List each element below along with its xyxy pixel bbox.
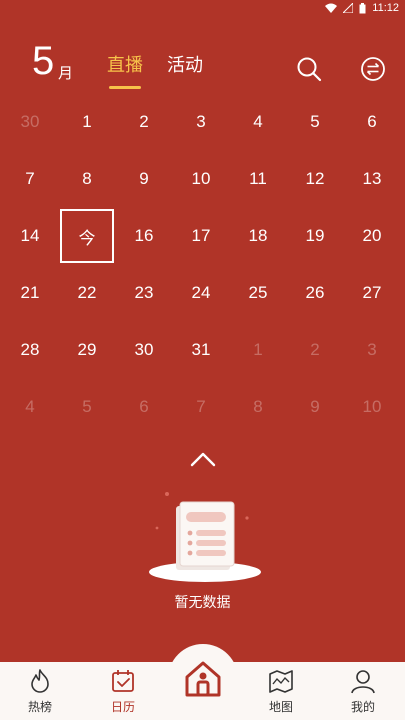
calendar-day[interactable]: 9 (288, 380, 342, 434)
nav-label-hot: 热榜 (27, 700, 52, 714)
calendar-day[interactable]: 5 (288, 95, 342, 149)
calendar-day[interactable]: 6 (345, 95, 399, 149)
calendar-day[interactable]: 28 (3, 323, 57, 377)
calendar-week-row: 14 今 16 17 18 19 20 (0, 208, 405, 265)
calendar-day[interactable]: 18 (231, 209, 285, 263)
calendar-day-today[interactable]: 今 (60, 209, 114, 263)
calendar-day[interactable]: 19 (288, 209, 342, 263)
calendar-day[interactable]: 9 (117, 152, 171, 206)
calendar-day[interactable]: 21 (3, 266, 57, 320)
month-number[interactable]: 5 (32, 38, 54, 84)
chevron-up-icon[interactable] (189, 450, 217, 468)
calendar-week-row: 30 1 2 3 4 5 6 (0, 94, 405, 151)
calendar-day[interactable]: 23 (117, 266, 171, 320)
calendar-day[interactable]: 4 (231, 95, 285, 149)
status-time: 11:12 (372, 2, 399, 14)
calendar-day[interactable]: 1 (60, 95, 114, 149)
calendar-day[interactable]: 30 (3, 95, 57, 149)
calendar-day[interactable]: 26 (288, 266, 342, 320)
calendar-day[interactable]: 13 (345, 152, 399, 206)
home-button[interactable] (168, 644, 238, 714)
home-icon (185, 661, 221, 697)
calendar-day[interactable]: 12 (288, 152, 342, 206)
calendar-day[interactable]: 5 (60, 380, 114, 434)
calendar-day[interactable]: 25 (231, 266, 285, 320)
nav-label-profile: 我的 (350, 700, 375, 714)
month-unit: 月 (58, 64, 74, 82)
calendar-day[interactable]: 20 (345, 209, 399, 263)
calendar-day[interactable]: 3 (345, 323, 399, 377)
calendar-icon (112, 670, 134, 692)
calendar-day[interactable]: 4 (3, 380, 57, 434)
calendar-day[interactable]: 17 (174, 209, 228, 263)
empty-state-text: 暂无数据 (174, 595, 231, 611)
calendar-day[interactable]: 31 (174, 323, 228, 377)
status-bar: 11:12 (0, 0, 405, 18)
empty-state-illustration (149, 492, 261, 582)
nav-item-hot[interactable]: 热榜 (10, 668, 70, 715)
calendar-day[interactable]: 2 (117, 95, 171, 149)
calendar-grid: 30 1 2 3 4 5 6 7 8 9 10 11 12 13 14 今 16 17 18 19 20 21 22 23 24… (0, 94, 405, 436)
calendar-day[interactable]: 30 (117, 323, 171, 377)
profile-icon (351, 670, 375, 694)
calendar-day[interactable]: 6 (117, 380, 171, 434)
switch-icon (361, 57, 385, 81)
battery-icon (359, 2, 366, 13)
calendar-day[interactable]: 8 (231, 380, 285, 434)
calendar-day[interactable]: 14 (3, 209, 57, 263)
tab-activity[interactable]: 活动 (167, 54, 203, 78)
calendar-day[interactable]: 11 (231, 152, 285, 206)
calendar-day[interactable]: 27 (345, 266, 399, 320)
calendar-day[interactable]: 16 (117, 209, 171, 263)
calendar-week-row: 21 22 23 24 25 26 27 (0, 265, 405, 322)
tab-live[interactable]: 直播 (107, 54, 143, 78)
active-tab-indicator (109, 86, 141, 89)
calendar-day[interactable]: 29 (60, 323, 114, 377)
switch-button[interactable] (360, 56, 386, 82)
calendar-day[interactable]: 24 (174, 266, 228, 320)
nav-label-map: 地图 (268, 700, 293, 714)
flame-icon (31, 669, 49, 693)
calendar-day[interactable]: 3 (174, 95, 228, 149)
nav-item-calendar[interactable]: 日历 (93, 668, 153, 715)
calendar-day[interactable]: 7 (174, 380, 228, 434)
header: 5 月 直播 活动 (0, 34, 405, 94)
nav-item-profile[interactable]: 我的 (333, 668, 393, 715)
calendar-day[interactable]: 10 (345, 380, 399, 434)
calendar-day[interactable]: 8 (60, 152, 114, 206)
map-icon (269, 670, 293, 693)
search-icon (297, 57, 322, 82)
calendar-day[interactable]: 2 (288, 323, 342, 377)
calendar-week-row: 7 8 9 10 11 12 13 (0, 151, 405, 208)
calendar-day[interactable]: 10 (174, 152, 228, 206)
calendar-day[interactable]: 7 (3, 152, 57, 206)
calendar-week-row: 28 29 30 31 1 2 3 (0, 322, 405, 379)
status-icons: 11:12 (325, 2, 399, 14)
nav-label-calendar: 日历 (110, 700, 135, 714)
calendar-day[interactable]: 1 (231, 323, 285, 377)
nav-item-map[interactable]: 地图 (251, 668, 311, 715)
search-button[interactable] (296, 56, 322, 82)
wifi-icon (325, 3, 338, 13)
calendar-day[interactable]: 22 (60, 266, 114, 320)
signal-icon (343, 3, 354, 13)
calendar-week-row: 4 5 6 7 8 9 10 (0, 379, 405, 436)
